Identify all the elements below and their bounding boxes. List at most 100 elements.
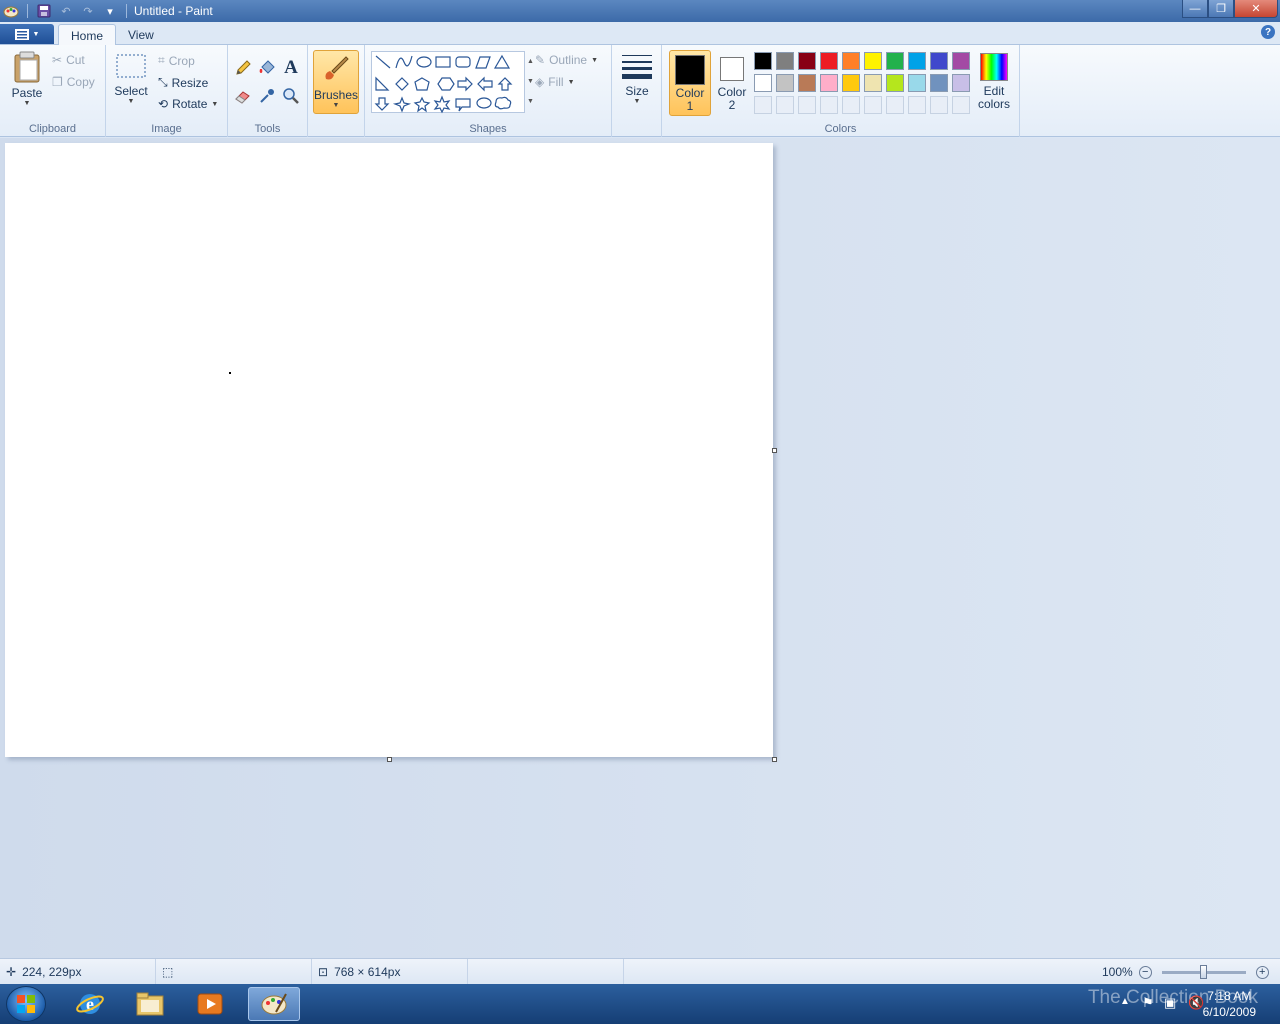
eraser-icon[interactable] — [232, 85, 254, 107]
zoom-in-icon[interactable]: + — [1255, 965, 1269, 979]
taskbar-paint[interactable] — [248, 987, 300, 1021]
redo-icon[interactable]: ↷ — [79, 2, 97, 20]
color2-button[interactable]: Color 2 — [713, 50, 751, 116]
palette-custom-slot[interactable] — [754, 96, 772, 114]
start-button[interactable] — [6, 986, 46, 1022]
clock-date: 6/10/2009 — [1202, 1005, 1256, 1019]
palette-custom-slot[interactable] — [842, 96, 860, 114]
zoom-slider-thumb[interactable] — [1199, 964, 1207, 979]
palette-custom-slot[interactable] — [776, 96, 794, 114]
cut-button[interactable]: ✂ Cut — [52, 53, 85, 67]
copy-button[interactable]: ❐ Copy — [52, 75, 95, 89]
colors-group: Color 1 Color 2 Edit colors Colors — [662, 45, 1020, 137]
resize-button[interactable]: ⤡ Resize — [158, 75, 208, 90]
fill-button[interactable]: ◈ Fill ▼ — [535, 75, 575, 89]
palette-swatch[interactable] — [864, 52, 882, 70]
menu-icon — [14, 28, 29, 40]
tab-home[interactable]: Home — [58, 24, 117, 46]
clock-time: 7:18 AM — [1207, 989, 1252, 1003]
customize-toolbar-icon[interactable]: ▾ — [101, 2, 119, 20]
palette-swatch[interactable] — [754, 52, 772, 70]
palette-swatch[interactable] — [864, 74, 882, 92]
help-icon[interactable]: ? — [1261, 25, 1275, 39]
palette-custom-slot[interactable] — [820, 96, 838, 114]
ribbon-tab-row: ▼ Home View ? — [0, 22, 1280, 46]
internet-explorer-icon: e — [76, 994, 104, 1014]
text-tool-icon[interactable]: A — [280, 57, 302, 79]
taskbar-internet-explorer[interactable]: e — [64, 987, 116, 1021]
chevron-down-icon: ▼ — [32, 30, 40, 38]
resize-handle-right[interactable] — [772, 448, 777, 453]
taskbar-media-player[interactable] — [184, 987, 236, 1021]
palette-swatch[interactable] — [930, 74, 948, 92]
palette-custom-slot[interactable] — [864, 96, 882, 114]
tab-view[interactable]: View — [116, 24, 166, 46]
action-center-flag-icon[interactable]: ⚑ — [1142, 995, 1154, 1011]
restore-button[interactable]: ❐ — [1208, 0, 1234, 18]
paste-button[interactable]: Paste ▼ — [8, 51, 46, 115]
magnifier-icon[interactable] — [280, 85, 302, 107]
palette-swatch[interactable] — [820, 74, 838, 92]
undo-icon[interactable]: ↶ — [57, 2, 75, 20]
color-picker-icon[interactable] — [256, 85, 278, 107]
save-icon[interactable] — [35, 2, 53, 20]
drawing-canvas[interactable] — [5, 143, 773, 757]
palette-swatch[interactable] — [842, 74, 860, 92]
minimize-button[interactable]: — — [1182, 0, 1208, 18]
palette-custom-slot[interactable] — [798, 96, 816, 114]
brushes-button[interactable]: Brushes ▼ — [313, 50, 359, 114]
resize-handle-corner[interactable] — [772, 757, 777, 762]
palette-custom-slot[interactable] — [908, 96, 926, 114]
show-hidden-icons-icon[interactable]: ▲ — [1120, 996, 1130, 1007]
palette-swatch[interactable] — [886, 74, 904, 92]
palette-custom-slot[interactable] — [886, 96, 904, 114]
clock[interactable]: 7:18 AM 6/10/2009 — [1203, 988, 1256, 1020]
palette-swatch[interactable] — [908, 52, 926, 70]
canvas-workspace — [0, 138, 1280, 958]
edit-colors-button[interactable]: Edit colors — [974, 50, 1014, 116]
palette-swatch[interactable] — [952, 74, 970, 92]
close-button[interactable]: ✕ — [1234, 0, 1278, 18]
palette-swatch[interactable] — [930, 52, 948, 70]
fill-label: Fill — [548, 75, 564, 89]
size-button[interactable]: Size ▼ — [620, 53, 654, 105]
selection-icon — [116, 54, 146, 78]
outline-icon: ✎ — [535, 53, 546, 67]
palette-swatch[interactable] — [886, 52, 904, 70]
crop-button[interactable]: ⌗ Crop — [158, 53, 195, 68]
cursor-position-text: 224, 229px — [22, 965, 82, 979]
cut-label: Cut — [66, 53, 85, 67]
shapes-group-label: Shapes — [469, 123, 507, 135]
system-tray: The Collection Book ▲ ⚑ ▣ 🔇 7:18 AM 6/10… — [1020, 984, 1280, 1024]
palette-swatch[interactable] — [754, 74, 772, 92]
palette-custom-slot[interactable] — [952, 96, 970, 114]
outline-button[interactable]: ✎ Outline ▼ — [535, 53, 598, 67]
image-size: ⊡ 768 × 614px — [312, 959, 468, 985]
palette-swatch[interactable] — [776, 52, 794, 70]
palette-custom-slot[interactable] — [930, 96, 948, 114]
rotate-button[interactable]: ⟲ Rotate ▼ — [158, 97, 218, 111]
network-icon[interactable]: ▣ — [1164, 995, 1176, 1011]
palette-swatch[interactable] — [908, 74, 926, 92]
clipboard-group-label: Clipboard — [28, 123, 77, 135]
pencil-icon[interactable] — [232, 57, 254, 79]
copy-icon: ❐ — [52, 75, 63, 89]
palette-swatch[interactable] — [776, 74, 794, 92]
taskbar-explorer[interactable] — [124, 987, 176, 1021]
fill-bucket-icon[interactable] — [256, 57, 278, 79]
color1-button[interactable]: Color 1 — [669, 50, 711, 116]
status-empty-segment — [468, 959, 624, 985]
palette-swatch[interactable] — [842, 52, 860, 70]
palette-swatch[interactable] — [798, 52, 816, 70]
paint-menu-button[interactable]: ▼ — [0, 24, 54, 44]
chevron-down-icon: ▼ — [633, 98, 641, 105]
zoom-slider[interactable] — [1161, 964, 1246, 979]
palette-swatch[interactable] — [952, 52, 970, 70]
palette-swatch[interactable] — [798, 74, 816, 92]
resize-handle-bottom[interactable] — [387, 757, 392, 762]
select-button[interactable]: Select ▼ — [114, 53, 148, 105]
paint-app-icon[interactable] — [2, 2, 20, 20]
zoom-out-icon[interactable]: − — [1138, 965, 1152, 979]
selection-size: ⬚ — [156, 959, 312, 985]
palette-swatch[interactable] — [820, 52, 838, 70]
